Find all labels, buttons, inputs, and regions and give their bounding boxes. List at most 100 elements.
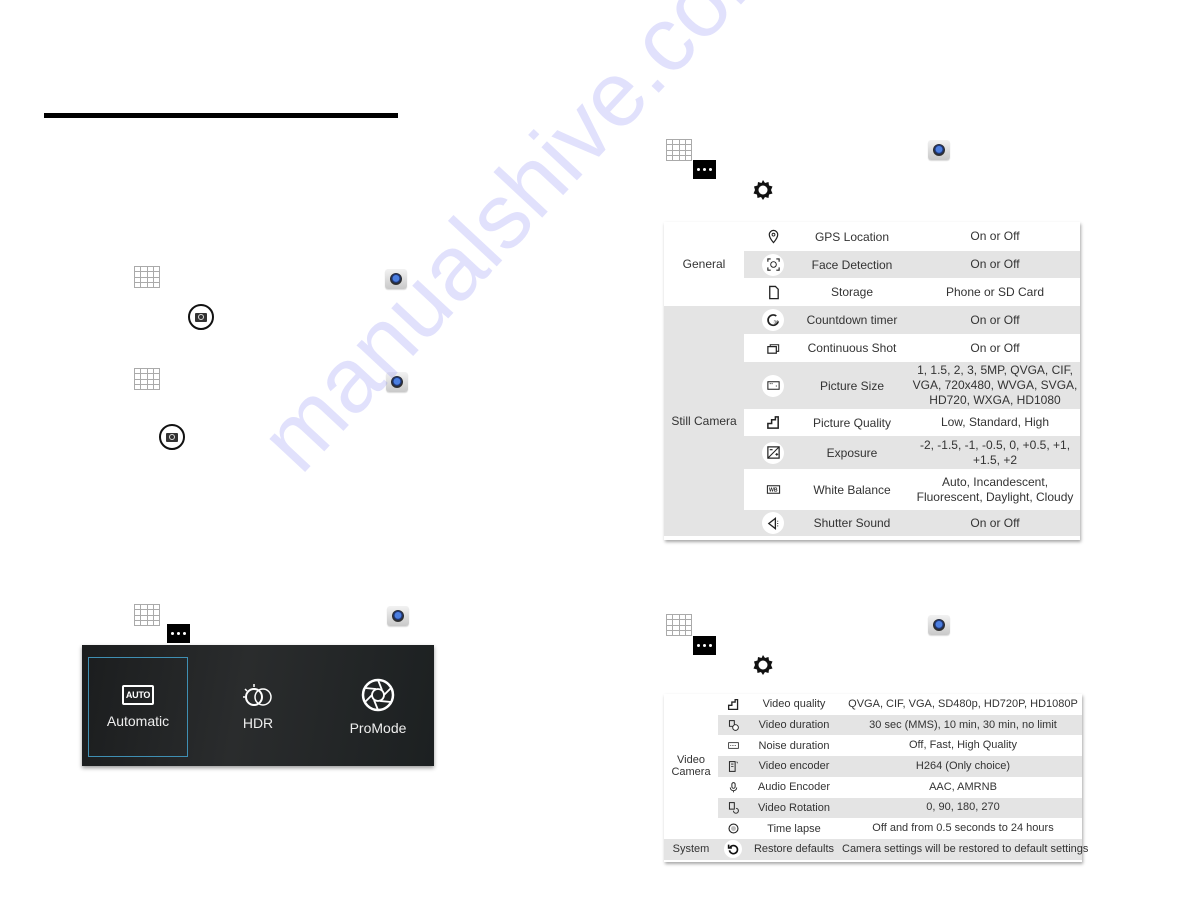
- row-icon-cell: [718, 818, 748, 839]
- camera-app-icon: [385, 269, 407, 289]
- aperture-icon: [361, 678, 395, 712]
- table-row[interactable]: Continuous Shot On or Off: [744, 334, 1080, 362]
- video-encoder-icon: [728, 761, 738, 772]
- table-row[interactable]: Video duration 30 sec (MMS), 10 min, 30 m…: [718, 714, 1082, 736]
- continuous-shot-icon: [766, 343, 779, 354]
- svg-text:WB: WB: [769, 488, 778, 494]
- table-row[interactable]: Face Detection On or Off: [744, 251, 1080, 278]
- category-cell: General: [682, 257, 726, 271]
- apps-grid-icon: [134, 368, 160, 390]
- setting-name: GPS Location: [814, 229, 890, 244]
- video-camera-settings-table: Video Camera Video quality QVGA, CIF, VGA,…: [664, 694, 1088, 862]
- countdown-timer-icon: 30: [766, 313, 779, 326]
- setting-value: 30 sec (MMS), 10 min, 30 min, no limit: [869, 718, 1057, 731]
- row-icon-cell: [718, 715, 748, 736]
- category-label: System: [672, 843, 710, 856]
- table-row[interactable]: 30 Countdown timer On or Off: [744, 306, 1080, 334]
- setting-value: Off, Fast, High Quality: [908, 739, 1017, 752]
- more-options-icon: [693, 160, 716, 179]
- table-row[interactable]: Exposure -2, -1.5, -1, -0.5, 0, +0.5, +1,…: [744, 436, 1080, 469]
- setting-value: QVGA, CIF, VGA, SD480p, HD720P, HD1080P: [848, 697, 1078, 710]
- setting-name: Video Rotation: [758, 801, 830, 814]
- table-row[interactable]: Time lapse Off and from 0.5 seconds to 24…: [718, 818, 1082, 839]
- camera-app-icon: [387, 606, 409, 626]
- white-balance-icon: WB: [766, 485, 780, 494]
- sd-card-icon: [768, 285, 779, 299]
- mode-label: Automatic: [106, 713, 170, 729]
- apps-grid-icon: [134, 604, 160, 626]
- setting-name: Restore defaults: [753, 843, 835, 856]
- table-row[interactable]: Audio Encoder AAC, AMRNB: [718, 776, 1082, 798]
- table-row[interactable]: Video quality QVGA, CIF, VGA, SD480p, HD7…: [718, 694, 1082, 715]
- table-row[interactable]: GPS Location On or Off: [744, 222, 1080, 251]
- setting-value: H264 (Only choice): [915, 759, 1011, 772]
- settings-gear-icon: [753, 655, 773, 675]
- setting-value: On or Off: [970, 229, 1020, 243]
- noise-reduction-icon: [727, 742, 739, 749]
- table-row[interactable]: Picture Quality Low, Standard, High: [744, 409, 1080, 436]
- table-row[interactable]: Noise duration Off, Fast, High Quality: [718, 735, 1082, 757]
- mode-promode[interactable]: ProMode: [328, 657, 428, 757]
- setting-name: White Balance: [813, 482, 891, 497]
- more-options-icon: [167, 624, 190, 643]
- setting-value: Auto, Incandescent, Fluorescent, Dayligh…: [916, 474, 1074, 504]
- table-row[interactable]: Video Rotation 0, 90, 180, 270: [718, 797, 1082, 819]
- setting-name: Video quality: [762, 698, 826, 711]
- mode-label: HDR: [242, 715, 274, 731]
- camera-mode-selector: AUTO Automatic HDR ProMode: [82, 645, 434, 766]
- more-options-icon: [693, 636, 716, 655]
- hdr-icon: [243, 684, 272, 706]
- shutter-button-icon: [188, 304, 214, 330]
- setting-name: Video duration: [758, 719, 830, 732]
- setting-name: Exposure: [826, 445, 878, 460]
- setting-value: On or Off: [970, 257, 1020, 271]
- setting-value: On or Off: [970, 312, 1020, 327]
- setting-name: Audio Encoder: [757, 781, 831, 794]
- audio-encoder-icon: [729, 781, 737, 793]
- table-row[interactable]: System Restore defaults Camera settings wi…: [664, 838, 1088, 860]
- setting-name: Picture Size: [819, 378, 885, 393]
- table-row[interactable]: Video encoder H264 (Only choice): [718, 756, 1082, 777]
- table-row[interactable]: Picture Size 1, 1.5, 2, 3, 5MP, QVGA, CIF…: [744, 362, 1080, 409]
- category-label: Still Camera: [671, 414, 737, 428]
- setting-name: Face Detection: [811, 257, 893, 272]
- apps-grid-icon: [134, 266, 160, 288]
- auto-icon: AUTO: [122, 685, 154, 705]
- setting-name: Storage: [830, 285, 874, 299]
- setting-name: Continuous Shot: [807, 341, 897, 355]
- svg-text:30: 30: [773, 319, 779, 324]
- exposure-icon: [766, 446, 780, 459]
- apps-grid-icon: [666, 614, 692, 636]
- row-icon-cell: [718, 694, 748, 715]
- setting-value: -2, -1.5, -1, -0.5, 0, +0.5, +1, +1.5, +…: [919, 437, 1071, 467]
- mode-hdr[interactable]: HDR: [208, 657, 308, 757]
- picture-size-icon: [766, 381, 780, 390]
- table-row[interactable]: Storage Phone or SD Card: [744, 278, 1080, 306]
- setting-value: On or Off: [970, 340, 1020, 355]
- row-icon-cell: [718, 777, 748, 798]
- setting-name: Video encoder: [758, 760, 830, 773]
- shutter-sound-icon: [767, 516, 778, 530]
- still-camera-settings-table: General Still Camera GPS Location On or Off…: [664, 222, 1080, 540]
- mode-automatic[interactable]: AUTO Automatic: [88, 657, 188, 757]
- setting-name: Noise duration: [758, 739, 830, 752]
- setting-value: Phone or SD Card: [945, 284, 1045, 299]
- setting-value: Off and from 0.5 seconds to 24 hours: [872, 822, 1054, 835]
- setting-value: On or Off: [970, 515, 1020, 530]
- face-detection-icon: [766, 258, 780, 271]
- row-icon-cell: [718, 735, 748, 756]
- apps-grid-icon: [666, 139, 692, 161]
- picture-quality-icon: [766, 416, 779, 429]
- setting-name: Time lapse: [767, 822, 821, 835]
- video-rotation-icon: [728, 802, 739, 815]
- table-row[interactable]: WB White Balance Auto, Incandescent, Fluor…: [744, 469, 1080, 510]
- row-icon-cell: [718, 839, 748, 860]
- camera-app-icon: [928, 615, 950, 635]
- row-icon-cell: [718, 798, 748, 819]
- setting-name: Shutter Sound: [813, 516, 891, 530]
- table-row[interactable]: Shutter Sound On or Off: [744, 510, 1080, 536]
- setting-value: AAC, AMRNB: [929, 780, 997, 793]
- setting-value: 1, 1.5, 2, 3, 5MP, QVGA, CIF, VGA, 720x4…: [912, 363, 1078, 407]
- setting-name: Picture Quality: [812, 415, 892, 430]
- shutter-button-icon: [159, 424, 185, 450]
